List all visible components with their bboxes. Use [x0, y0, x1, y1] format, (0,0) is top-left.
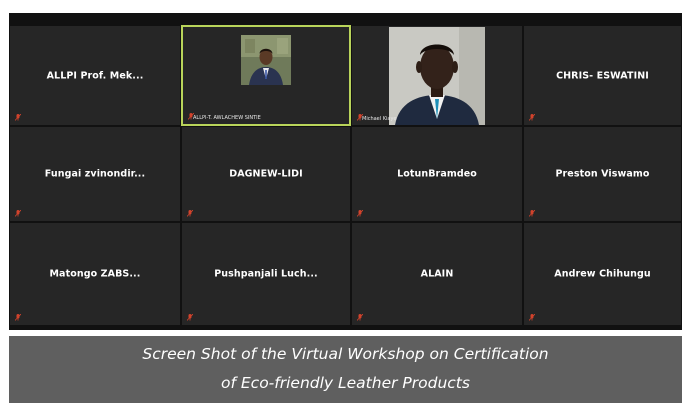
- participant-name: Matongo ZABS...: [49, 268, 141, 280]
- participant-name: LotunBramdeo: [397, 168, 477, 180]
- muted-mic-icon: [357, 314, 363, 321]
- muted-mic-icon: [15, 210, 21, 217]
- muted-mic-icon: [15, 314, 21, 321]
- banner-line-2: of Eco-friendly Leather Products: [221, 374, 470, 392]
- participant-tile[interactable]: Pushpanjali Luch...: [181, 222, 351, 326]
- participant-tile-active-speaker[interactable]: ALLPI-T. AWLACHEW SINTIE: [181, 25, 351, 126]
- participant-tile[interactable]: LotunBramdeo: [351, 126, 523, 222]
- participant-name: Fungai zvinondir...: [44, 168, 146, 180]
- participant-name: CHRIS- ESWATINI: [556, 70, 649, 81]
- caption-banner: Screen Shot of the Virtual Workshop on C…: [9, 336, 682, 403]
- participant-tile[interactable]: DAGNEW-LIDI: [181, 126, 351, 222]
- muted-mic-icon: [529, 114, 535, 121]
- participant-name: Pushpanjali Luch...: [214, 268, 318, 280]
- muted-mic-icon: [357, 210, 363, 217]
- participant-tile[interactable]: Fungai zvinondir...: [9, 126, 181, 222]
- video-meeting-gallery: ALLPI Prof. Mek... ALLPI-T. AWLACHEW SIN…: [9, 13, 682, 330]
- participant-grid: ALLPI Prof. Mek... ALLPI-T. AWLACHEW SIN…: [9, 25, 682, 326]
- participant-tile[interactable]: ALAIN: [351, 222, 523, 326]
- muted-mic-icon: [15, 114, 21, 121]
- muted-mic-icon: [529, 314, 535, 321]
- participant-tile[interactable]: Andrew Chihungu: [523, 222, 682, 326]
- participant-tile[interactable]: CHRIS- ESWATINI: [523, 25, 682, 126]
- participant-name: Preston Viswamo: [555, 168, 650, 180]
- participant-tile[interactable]: Matongo ZABS...: [9, 222, 181, 326]
- participant-caption: Michael Kiaye: [362, 116, 397, 122]
- participant-tile[interactable]: Michael Kiaye: [351, 25, 523, 126]
- participant-tile[interactable]: ALLPI Prof. Mek...: [9, 25, 181, 126]
- muted-mic-icon: [187, 210, 193, 217]
- participant-video: [241, 35, 291, 85]
- participant-name: DAGNEW-LIDI: [229, 168, 303, 180]
- muted-mic-icon: [529, 210, 535, 217]
- participant-name: ALAIN: [420, 268, 454, 280]
- participant-name: ALLPI Prof. Mek...: [46, 70, 144, 81]
- participant-video: [389, 27, 485, 125]
- participant-name: Andrew Chihungu: [554, 268, 651, 280]
- muted-mic-icon: [187, 314, 193, 321]
- participant-tile[interactable]: Preston Viswamo: [523, 126, 682, 222]
- banner-line-1: Screen Shot of the Virtual Workshop on C…: [142, 345, 549, 363]
- participant-caption: ALLPI-T. AWLACHEW SINTIE: [193, 115, 261, 121]
